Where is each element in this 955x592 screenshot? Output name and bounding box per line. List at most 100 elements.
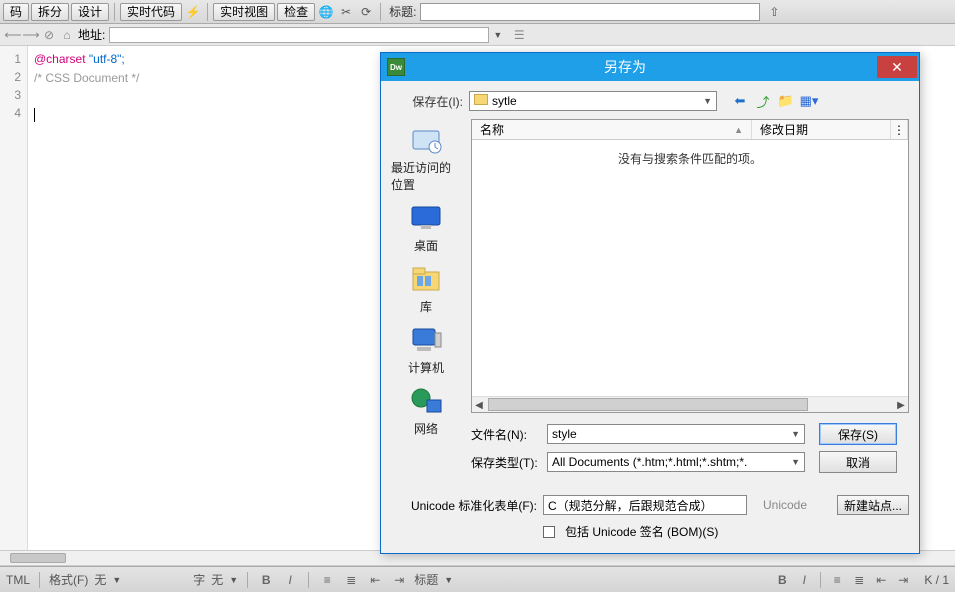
- format-dropdown-icon[interactable]: ▼: [112, 575, 121, 585]
- unicode-norm-value: C（规范分解，后跟规范合成）: [548, 497, 713, 514]
- view-menu-icon[interactable]: ▦▾: [800, 92, 818, 110]
- save-button[interactable]: 保存(S): [819, 423, 897, 445]
- go-back-icon[interactable]: ⬅: [731, 92, 749, 110]
- code-view-button[interactable]: 码: [3, 3, 29, 21]
- address-dropdown-icon[interactable]: ▼: [493, 30, 502, 40]
- page-options-icon[interactable]: ☰: [512, 28, 526, 42]
- font-dropdown-icon[interactable]: ▼: [229, 575, 238, 585]
- italic-icon[interactable]: I: [281, 572, 299, 588]
- title-label: 标题:: [389, 3, 416, 20]
- chevron-down-icon: ▼: [791, 429, 800, 439]
- heading-dropdown-icon[interactable]: ▼: [444, 575, 453, 585]
- forward-icon[interactable]: ⟶: [24, 28, 38, 42]
- font-label: 字: [193, 571, 205, 588]
- save-in-dropdown[interactable]: sytle ▼: [469, 91, 717, 111]
- line-gutter: 1 2 3 4: [0, 46, 28, 550]
- status-text: 标题: [414, 571, 438, 588]
- file-scrollbar[interactable]: ◀ ▶: [472, 396, 908, 412]
- font-value[interactable]: 无: [211, 571, 223, 588]
- list-ul-icon[interactable]: ≡: [318, 572, 336, 588]
- place-recent[interactable]: 最近访问的位置: [391, 123, 461, 193]
- refresh-icon[interactable]: ⟳: [358, 4, 374, 20]
- format-label: 格式(F): [49, 571, 88, 588]
- italic-icon-2[interactable]: I: [795, 572, 813, 588]
- new-folder-icon[interactable]: 📁: [777, 92, 795, 110]
- indent-icon[interactable]: ⇥: [390, 572, 408, 588]
- scroll-thumb[interactable]: [488, 398, 808, 411]
- bom-label: 包括 Unicode 签名 (BOM)(S): [565, 523, 718, 540]
- place-computer[interactable]: 计算机: [408, 323, 444, 376]
- text-cursor: [34, 108, 35, 122]
- split-view-button[interactable]: 拆分: [31, 3, 69, 21]
- place-library[interactable]: 库: [408, 262, 444, 315]
- format-value[interactable]: 无: [94, 571, 106, 588]
- indent-icon-2[interactable]: ⇥: [894, 572, 912, 588]
- home-icon[interactable]: ⌂: [60, 28, 74, 42]
- wand-icon[interactable]: ⇧: [766, 4, 782, 20]
- stop-icon[interactable]: ⊘: [42, 28, 56, 42]
- place-label: 计算机: [408, 359, 444, 376]
- status-left: TML: [6, 573, 30, 587]
- code-token: @charset: [34, 52, 86, 66]
- live-code-button[interactable]: 实时代码: [120, 3, 182, 21]
- place-network[interactable]: 网络: [408, 384, 444, 437]
- folder-icon: [474, 94, 488, 105]
- dialog-titlebar[interactable]: Dw 另存为 ✕: [381, 53, 919, 81]
- live-view-button[interactable]: 实时视图: [213, 3, 275, 21]
- inspect-button[interactable]: 检查: [277, 3, 315, 21]
- up-folder-icon[interactable]: ⤴: [754, 92, 772, 110]
- unicode-norm-dropdown[interactable]: C（规范分解，后跟规范合成）: [543, 495, 747, 515]
- place-label: 库: [420, 298, 432, 315]
- scroll-left-icon[interactable]: ◀: [472, 398, 486, 412]
- filetype-value: All Documents (*.htm;*.html;*.shtm;*.: [552, 455, 747, 469]
- cancel-button[interactable]: 取消: [819, 451, 897, 473]
- back-icon[interactable]: ⟵: [6, 28, 20, 42]
- list-ol-icon[interactable]: ≣: [342, 572, 360, 588]
- design-view-button[interactable]: 设计: [71, 3, 109, 21]
- outdent-icon-2[interactable]: ⇤: [872, 572, 890, 588]
- lightning-icon[interactable]: ⚡: [185, 4, 201, 20]
- filetype-dropdown[interactable]: All Documents (*.htm;*.html;*.shtm;*. ▼: [547, 452, 805, 472]
- filename-label: 文件名(N):: [471, 426, 541, 443]
- save-in-label: 保存在(I):: [391, 93, 463, 110]
- scroll-right-icon[interactable]: ▶: [894, 398, 908, 412]
- filetype-label: 保存类型(T):: [471, 454, 541, 471]
- globe-icon[interactable]: 🌐: [318, 4, 334, 20]
- column-more[interactable]: ⋮: [891, 120, 908, 139]
- file-list-headers: 名称▲ 修改日期 ⋮: [472, 120, 908, 140]
- column-date[interactable]: 修改日期: [752, 120, 891, 139]
- address-input[interactable]: [109, 27, 489, 43]
- close-button[interactable]: ✕: [877, 56, 917, 78]
- line-number: 2: [0, 68, 21, 86]
- scrollbar-thumb[interactable]: [10, 553, 66, 563]
- bold-icon-2[interactable]: B: [773, 572, 791, 588]
- file-list-empty: 没有与搜索条件匹配的项。: [472, 140, 908, 396]
- column-name[interactable]: 名称▲: [472, 120, 752, 139]
- library-icon: [408, 262, 444, 296]
- filename-input[interactable]: style ▼: [547, 424, 805, 444]
- bold-icon[interactable]: B: [257, 572, 275, 588]
- new-site-button[interactable]: 新建站点...: [837, 495, 909, 515]
- scissors-icon[interactable]: ✂: [338, 4, 354, 20]
- list-ol-icon-2[interactable]: ≣: [850, 572, 868, 588]
- outdent-icon[interactable]: ⇤: [366, 572, 384, 588]
- list-ul-icon-2[interactable]: ≡: [828, 572, 846, 588]
- line-number: 3: [0, 86, 21, 104]
- unicode-hint: Unicode: [763, 498, 807, 512]
- place-desktop[interactable]: 桌面: [408, 201, 444, 254]
- bom-checkbox[interactable]: [543, 526, 555, 538]
- code-token: "utf-8";: [86, 52, 125, 66]
- address-bar: ⟵ ⟶ ⊘ ⌂ 地址: ▼ ☰: [0, 24, 955, 46]
- place-label: 最近访问的位置: [391, 159, 461, 193]
- place-label: 网络: [414, 420, 438, 437]
- file-list-pane: 名称▲ 修改日期 ⋮ 没有与搜索条件匹配的项。 ◀ ▶: [471, 119, 909, 413]
- computer-icon: [408, 323, 444, 357]
- status-right-info: K / 1: [924, 573, 949, 587]
- place-label: 桌面: [414, 237, 438, 254]
- title-input[interactable]: [420, 3, 760, 21]
- network-icon: [408, 384, 444, 418]
- line-number: 1: [0, 50, 21, 68]
- address-label: 地址:: [78, 26, 105, 43]
- status-bar: TML 格式(F) 无 ▼ 字 无 ▼ B I ≡ ≣ ⇤ ⇥ 标题 ▼ B I…: [0, 566, 955, 592]
- filename-value: style: [552, 427, 577, 441]
